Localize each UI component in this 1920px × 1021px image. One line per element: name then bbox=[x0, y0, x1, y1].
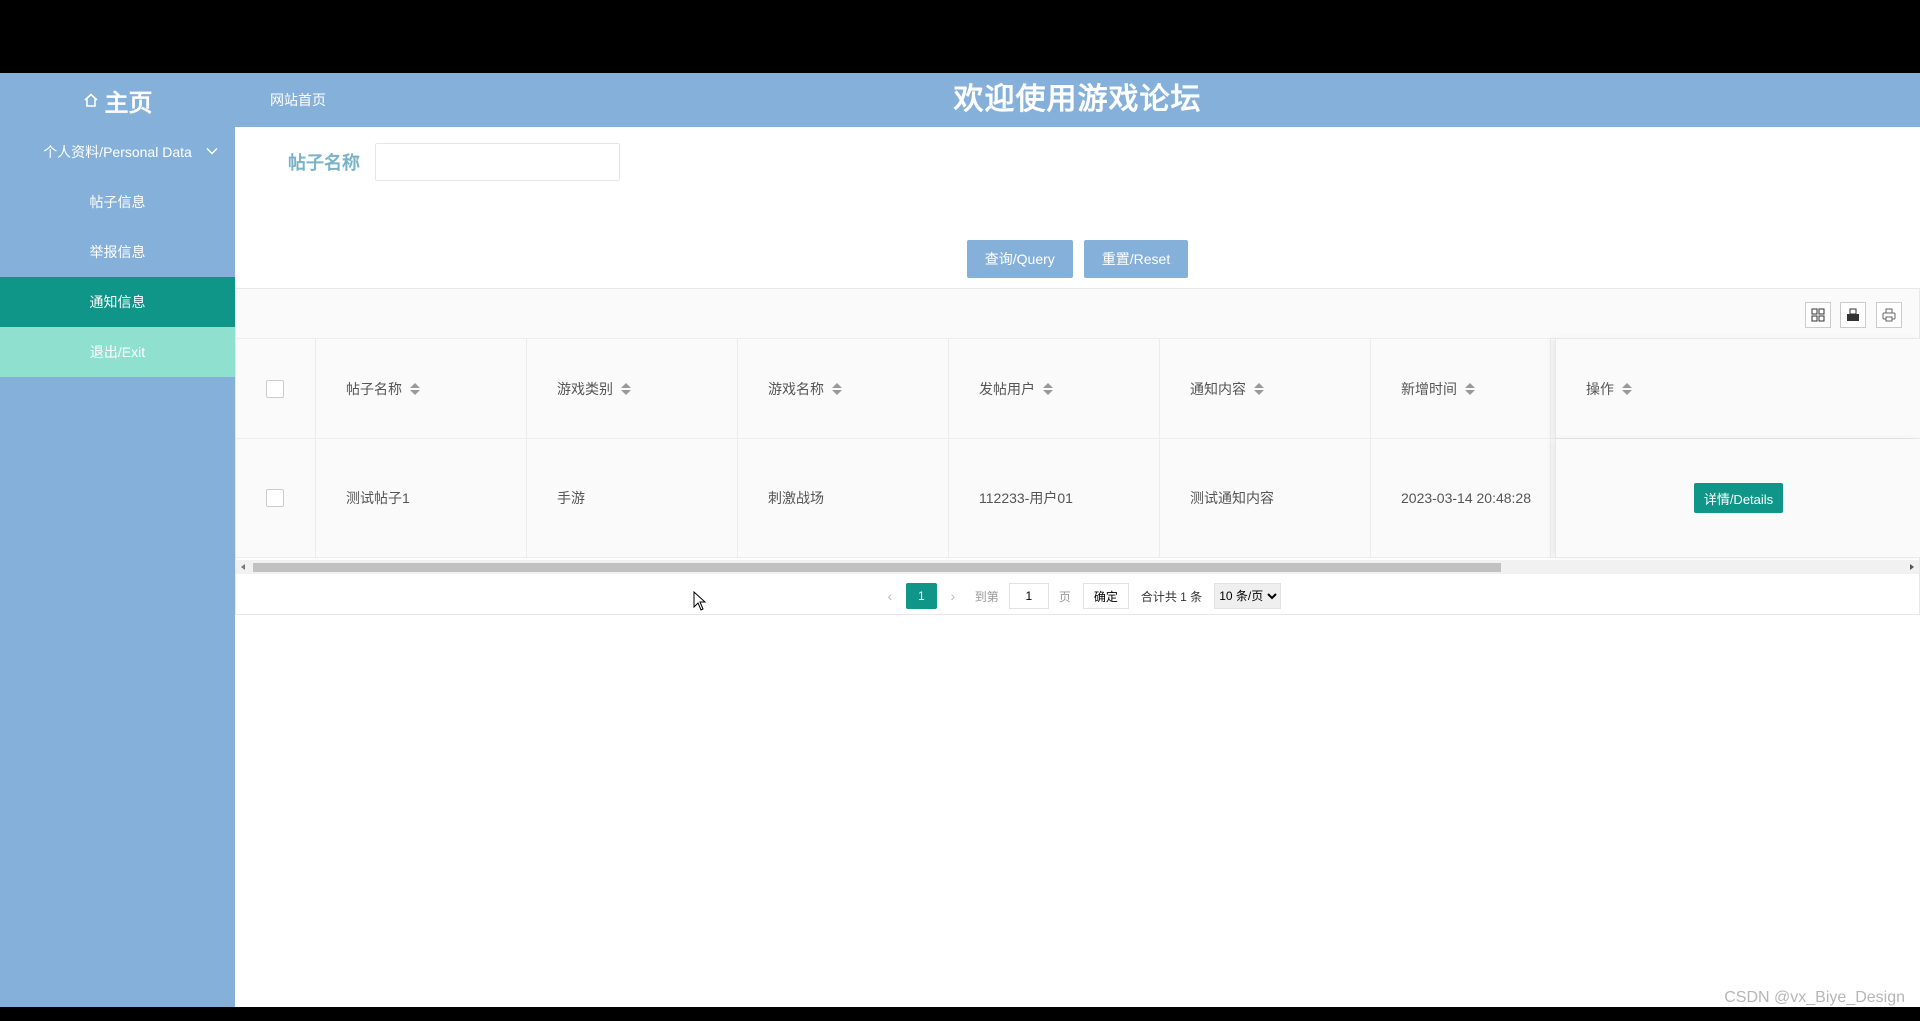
mouse-cursor-icon bbox=[693, 591, 707, 611]
sidebar-item-posts[interactable]: 帖子信息 bbox=[0, 177, 235, 227]
table-cell: 2023-03-14 20:48:28 bbox=[1371, 439, 1551, 557]
site-home-link[interactable]: 网站首页 bbox=[270, 73, 326, 127]
table-cell: 测试帖子1 bbox=[316, 439, 527, 557]
scroll-left-icon[interactable] bbox=[241, 564, 245, 570]
next-page-icon[interactable]: › bbox=[943, 588, 963, 604]
table-cell: 测试通知内容 bbox=[1160, 439, 1371, 557]
home-icon bbox=[83, 92, 99, 108]
table-row: 测试帖子1 手游 刺激战场 112233-用户01 测试通知内容 2023-03… bbox=[236, 439, 1920, 558]
scrollbar-thumb[interactable] bbox=[253, 563, 1501, 572]
sidebar-item-personal-data[interactable]: 个人资料/Personal Data bbox=[0, 127, 235, 177]
column-header[interactable]: 新增时间 bbox=[1371, 339, 1551, 438]
search-label: 帖子名称 bbox=[288, 153, 360, 173]
print-icon[interactable] bbox=[1876, 302, 1902, 328]
sort-icon[interactable] bbox=[1254, 382, 1264, 395]
column-header[interactable]: 帖子名称 bbox=[316, 339, 527, 438]
column-header-label: 新增时间 bbox=[1401, 380, 1457, 397]
goto-label: 到第 bbox=[974, 589, 999, 604]
sidebar-item-label: 举报信息 bbox=[89, 244, 146, 260]
sidebar-item-label: 帖子信息 bbox=[89, 194, 146, 210]
table-header-row: 帖子名称 游戏类别 游戏名称 发帖用户 通知内容 新增时间 操作 bbox=[236, 339, 1920, 439]
row-select-cell bbox=[236, 439, 316, 557]
column-header-label: 帖子名称 bbox=[346, 380, 402, 397]
sidebar-item-label: 个人资料/Personal Data bbox=[43, 144, 192, 160]
table-grid: 帖子名称 游戏类别 游戏名称 发帖用户 通知内容 新增时间 操作 测试帖子1 手… bbox=[236, 339, 1920, 559]
search-buttons: 查询/Query 重置/Reset bbox=[235, 240, 1920, 278]
bottom-black-band bbox=[0, 1007, 1920, 1021]
goto-confirm-button[interactable]: 确定 bbox=[1082, 583, 1129, 609]
column-header[interactable]: 游戏类别 bbox=[527, 339, 738, 438]
column-header-label: 发帖用户 bbox=[979, 380, 1035, 397]
row-checkbox[interactable] bbox=[266, 489, 284, 507]
data-table: 帖子名称 游戏类别 游戏名称 发帖用户 通知内容 新增时间 操作 测试帖子1 手… bbox=[235, 288, 1920, 615]
column-header-label: 游戏名称 bbox=[768, 380, 824, 397]
table-cell: 刺激战场 bbox=[738, 439, 949, 557]
horizontal-scrollbar[interactable] bbox=[236, 560, 1919, 574]
query-button[interactable]: 查询/Query bbox=[966, 240, 1073, 278]
page-unit-label: 页 bbox=[1058, 589, 1071, 604]
home-link[interactable]: 主页 bbox=[0, 73, 235, 127]
column-header[interactable]: 操作 bbox=[1555, 339, 1920, 438]
post-name-search-input[interactable] bbox=[375, 143, 620, 181]
search-row: 帖子名称 bbox=[288, 143, 620, 181]
column-header[interactable]: 发帖用户 bbox=[949, 339, 1160, 438]
details-button[interactable]: 详情/Details bbox=[1693, 483, 1784, 513]
action-cell: 详情/Details bbox=[1555, 439, 1920, 557]
column-filter-icon[interactable] bbox=[1805, 302, 1831, 328]
column-header[interactable]: 游戏名称 bbox=[738, 339, 949, 438]
sidebar-item-label: 通知信息 bbox=[89, 294, 146, 310]
header: 主页 网站首页 欢迎使用游戏论坛 bbox=[0, 73, 1920, 127]
page-number-current[interactable]: 1 bbox=[905, 583, 937, 609]
column-header-label: 通知内容 bbox=[1190, 380, 1246, 397]
select-all-checkbox[interactable] bbox=[266, 379, 284, 398]
prev-page-icon[interactable]: ‹ bbox=[880, 588, 900, 604]
top-black-band bbox=[0, 0, 1920, 73]
sort-icon[interactable] bbox=[621, 382, 631, 395]
sidebar: 个人资料/Personal Data 帖子信息 举报信息 通知信息 退出/Exi… bbox=[0, 127, 235, 1007]
page-title: 欢迎使用游戏论坛 bbox=[953, 83, 1202, 116]
table-cell: 手游 bbox=[527, 439, 738, 557]
chevron-down-icon bbox=[206, 148, 218, 155]
table-cell: 112233-用户01 bbox=[949, 439, 1160, 557]
select-all-cell bbox=[236, 339, 316, 438]
export-icon[interactable] bbox=[1840, 302, 1866, 328]
sidebar-item-reports[interactable]: 举报信息 bbox=[0, 227, 235, 277]
sort-icon[interactable] bbox=[1465, 382, 1475, 395]
column-header-label: 操作 bbox=[1586, 380, 1614, 397]
pagination: ‹ 1 › 到第 页 确定 合计共 1 条 10 条/页 bbox=[236, 579, 1919, 613]
column-header[interactable]: 通知内容 bbox=[1160, 339, 1371, 438]
sidebar-item-exit[interactable]: 退出/Exit bbox=[0, 327, 235, 377]
sidebar-item-notifications[interactable]: 通知信息 bbox=[0, 277, 235, 327]
table-toolbar bbox=[236, 289, 1919, 339]
sidebar-item-label: 退出/Exit bbox=[89, 344, 146, 360]
reset-button[interactable]: 重置/Reset bbox=[1083, 240, 1189, 278]
sort-icon[interactable] bbox=[1043, 382, 1053, 395]
page-size-select[interactable]: 10 条/页 bbox=[1214, 583, 1282, 609]
home-label: 主页 bbox=[104, 89, 153, 117]
column-header-label: 游戏类别 bbox=[557, 380, 613, 397]
scroll-right-icon[interactable] bbox=[1910, 564, 1914, 570]
sort-icon[interactable] bbox=[410, 382, 420, 395]
sort-icon[interactable] bbox=[1622, 382, 1632, 395]
watermark: CSDN @vx_Biye_Design bbox=[1724, 989, 1905, 1006]
sort-icon[interactable] bbox=[832, 382, 842, 395]
total-count: 合计共 1 条 bbox=[1140, 589, 1203, 604]
main-content: 帖子名称 查询/Query 重置/Reset 帖子名称 游戏类别 游戏名称 发帖… bbox=[235, 127, 1920, 1007]
goto-page-input[interactable] bbox=[1008, 583, 1049, 609]
